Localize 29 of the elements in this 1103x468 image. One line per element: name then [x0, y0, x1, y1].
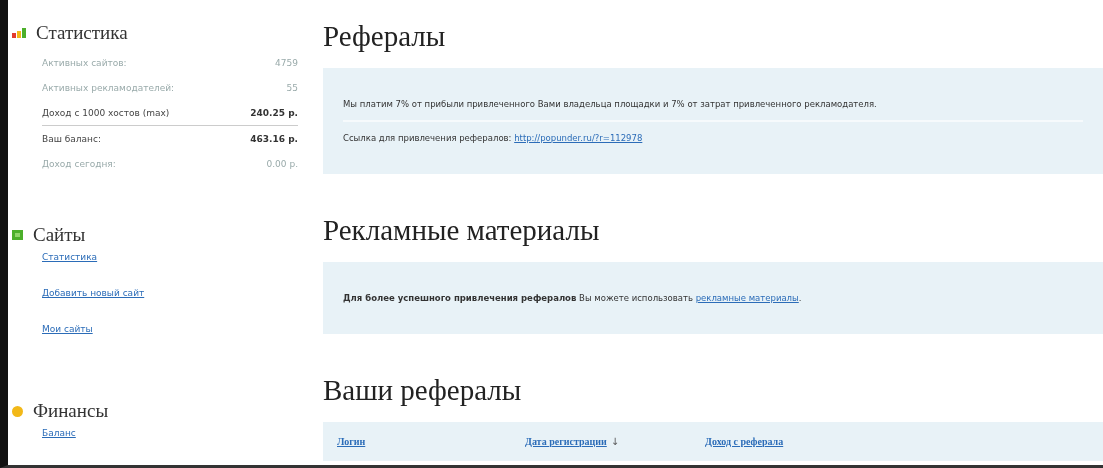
- stat-label: Ваш баланс:: [42, 133, 101, 144]
- stat-label: Активных сайтов:: [42, 57, 127, 68]
- sort-arrow: ↓: [610, 436, 620, 447]
- stat-label: Доход сегодня:: [42, 158, 116, 169]
- stat-value: 240.25 р.: [250, 107, 298, 118]
- column-header[interactable]: Дата регистрации: [525, 436, 607, 447]
- stat-value: 55: [286, 82, 298, 93]
- stat-value: 4759: [275, 57, 298, 68]
- sidebar-link[interactable]: Мои сайты: [42, 324, 93, 334]
- info-text: Мы платим 7% от прибыли привлеченного Вами владельца площадки и 7% от затрат привлеченного рекламодателя.: [343, 98, 878, 111]
- sidebar-link[interactable]: Статистика: [42, 252, 98, 262]
- section-title: Ваши рефералы: [323, 373, 523, 408]
- section-title: Рекламные материалы: [323, 213, 601, 248]
- info-text: Для более успешного привлечения рефералов Вы можете использовать рекламные материалы.: [343, 292, 803, 305]
- stat-label: Доход с 1000 хостов (max): [42, 107, 170, 118]
- sidebar-link[interactable]: Баланс: [42, 428, 76, 438]
- section-heading: Финансы: [33, 399, 109, 423]
- info-text: Ссылка для привлечения рефералов: http://popunder.ru/?r=112978: [343, 132, 644, 145]
- section-heading: Сайты: [33, 223, 86, 247]
- link[interactable]: рекламные материалы: [695, 293, 799, 303]
- stat-label: Активных рекламодателей:: [42, 82, 175, 93]
- section-title: Рефералы: [323, 19, 447, 54]
- link[interactable]: http://popunder.ru/?r=112978: [514, 133, 643, 143]
- column-header[interactable]: Логин: [337, 436, 366, 447]
- stat-value: 0.00 р.: [266, 158, 298, 169]
- sidebar-link[interactable]: Добавить новый сайт: [42, 288, 145, 298]
- section-heading: Статистика: [36, 21, 128, 45]
- column-header[interactable]: Доход с реферала: [705, 436, 784, 447]
- stat-value: 463.16 р.: [250, 133, 298, 144]
